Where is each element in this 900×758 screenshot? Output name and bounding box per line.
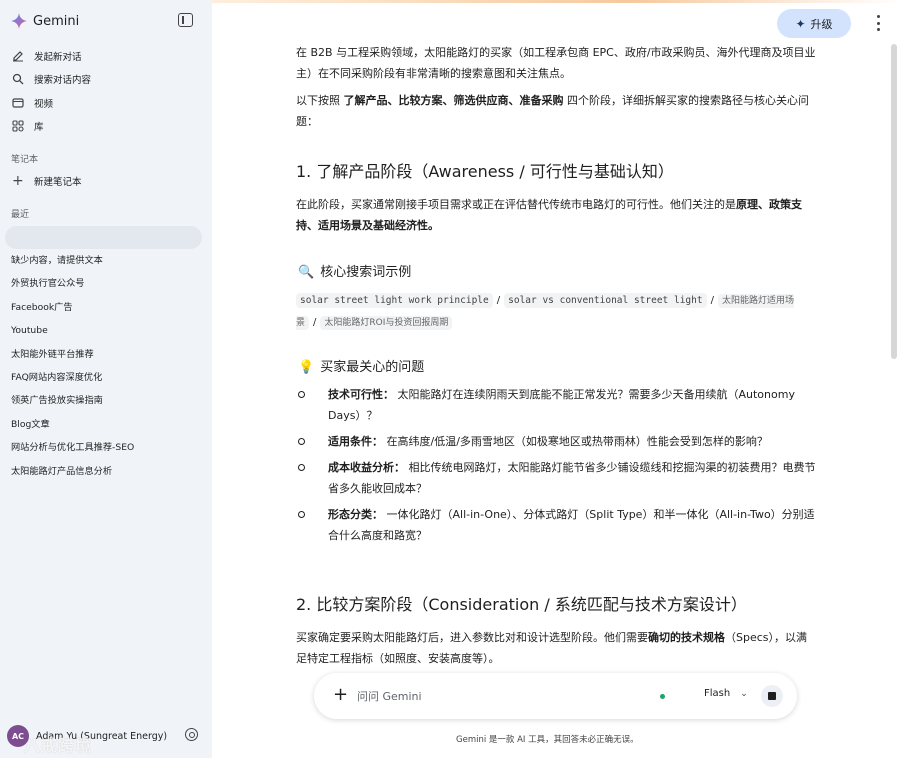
list-item: 成本收益分析： 相比传统电网路灯，太阳能路灯能节省多少铺设缆线和挖掘沟渠的初装费… <box>296 457 816 499</box>
edit-icon <box>12 50 24 62</box>
upgrade-label: 升级 <box>810 17 833 31</box>
add-attachment-icon[interactable]: + <box>333 685 348 705</box>
bold-span: 适用条件： <box>328 435 383 448</box>
recent-item-active[interactable] <box>5 226 202 249</box>
concerns-title: 买家最关心的问题 <box>320 360 425 375</box>
video-icon <box>12 97 24 109</box>
notebook-section-label: 笔记本 <box>11 155 39 165</box>
nav-label: 库 <box>34 122 44 134</box>
keyword-chips: solar street light work principle / solar … <box>296 293 794 330</box>
recent-section-label: 最近 <box>11 210 30 220</box>
text-span: 太阳能路灯在连续阴雨天到底能不能正常发光？需要多少天备用续航（Autonomy … <box>328 388 795 422</box>
nav-library[interactable]: 库 <box>0 115 212 139</box>
stop-icon <box>768 692 776 700</box>
model-selector[interactable]: Flash ⌄ <box>704 688 748 699</box>
search-icon <box>12 73 24 85</box>
section-2-paragraph: 买家确定要采购太阳能路灯后，进入参数比对和设计选型阶段。他们需要确切的技术规格（… <box>296 627 816 669</box>
keyword-chip: 太阳能路灯ROI与投资回报周期 <box>320 316 453 330</box>
nav-search-chats[interactable]: 搜索对话内容 <box>0 68 212 92</box>
bold-span: 技术可行性： <box>328 388 394 401</box>
more-options-icon[interactable] <box>874 15 882 31</box>
sidebar-nav: 发起新对话 搜索对话内容 视频 库 <box>0 44 212 138</box>
bold-span: 形态分类： <box>328 508 383 521</box>
library-icon <box>12 120 24 132</box>
lightbulb-icon: 💡 <box>298 360 315 375</box>
new-notebook-button[interactable]: + 新建笔记本 <box>12 174 82 188</box>
recent-item[interactable]: 缺少内容，请提供文本 <box>0 249 212 272</box>
recent-item[interactable]: 网站分析与优化工具推荐-SEO <box>0 436 212 459</box>
watermark: 八戒跨境 <box>24 736 93 755</box>
list-item: 形态分类： 一体化路灯（All-in-One）、分体式路灯（Split Type… <box>296 504 816 546</box>
intro-paragraph-1: 在 B2B 与工程采购领域，太阳能路灯的买家（如工程承包商 EPC、政府/市政采… <box>296 46 816 80</box>
brand-name: Gemini <box>33 13 80 29</box>
section-1-paragraph: 在此阶段，买家通常刚接手项目需求或正在评估替代传统市电路灯的可行性。他们关注的是… <box>296 194 816 236</box>
recent-item[interactable]: FAQ网站内容深度优化 <box>0 366 212 389</box>
recent-item[interactable]: Blog文章 <box>0 413 212 436</box>
nav-label: 搜索对话内容 <box>34 75 92 87</box>
keyword-chip: solar street light work principle <box>296 293 493 308</box>
sparkle-icon: ✦ <box>795 16 806 31</box>
upgrade-button[interactable]: ✦ 升级 <box>777 9 851 38</box>
response-intro: 在 B2B 与工程采购领域，太阳能路灯的买家（如工程承包商 EPC、政府/市政采… <box>296 42 816 132</box>
gemini-logo-icon <box>11 13 27 29</box>
stop-button[interactable] <box>761 685 783 707</box>
keywords-heading: 🔍 核心搜索词示例 <box>298 263 411 283</box>
list-item: 技术可行性： 太阳能路灯在连续阴雨天到底能不能正常发光？需要多少天备用续航（Au… <box>296 384 816 426</box>
recent-item[interactable]: 外贸执行官公众号 <box>0 272 212 295</box>
intro-paragraph-2: 以下按照 了解产品、比较方案、筛选供应商、准备采购 四个阶段，详细拆解买家的搜索… <box>296 90 816 132</box>
recent-item[interactable]: 领英广告投放实操指南 <box>0 389 212 412</box>
prompt-composer: + Flash ⌄ <box>314 673 797 719</box>
prompt-input[interactable] <box>357 687 637 705</box>
text-span: 以下按照 <box>296 94 344 107</box>
keywords-title: 核心搜索词示例 <box>320 265 412 280</box>
new-notebook-label: 新建笔记本 <box>34 177 82 188</box>
sidebar-toggle-icon[interactable] <box>178 13 193 27</box>
model-label: Flash <box>704 688 731 699</box>
recent-list: 缺少内容，请提供文本 外贸执行官公众号 Facebook广告 Youtube 太… <box>0 249 212 483</box>
recent-item[interactable]: Facebook广告 <box>0 296 212 319</box>
text-span: 在高纬度/低温/多雨雪地区（如极寒地区或热带雨林）性能会受到怎样的影响？ <box>383 435 768 448</box>
plus-icon: + <box>12 173 24 189</box>
magnifier-icon: 🔍 <box>298 265 315 280</box>
scrollbar[interactable] <box>891 44 897 359</box>
text-span: 一体化路灯（All-in-One）、分体式路灯（Split Type）和半一体化… <box>328 508 815 542</box>
nav-video[interactable]: 视频 <box>0 91 212 115</box>
nav-label: 视频 <box>34 98 54 110</box>
concerns-heading: 💡 买家最关心的问题 <box>298 358 424 378</box>
recent-item[interactable]: 太阳能路灯产品信息分析 <box>0 460 212 483</box>
section-2-heading: 2. 比较方案阶段（Consideration / 系统匹配与技术方案设计） <box>296 595 747 614</box>
concerns-list: 技术可行性： 太阳能路灯在连续阴雨天到底能不能正常发光？需要多少天备用续航（Au… <box>296 384 816 551</box>
sidebar: Gemini 发起新对话 搜索对话内容 视频 库 笔记本 + 新建笔记本 最近 … <box>0 0 212 758</box>
list-item: 适用条件： 在高纬度/低温/多雨雪地区（如极寒地区或热带雨林）性能会受到怎样的影… <box>296 431 816 452</box>
nav-label: 发起新对话 <box>34 51 82 63</box>
bold-span: 了解产品、比较方案、筛选供应商、准备采购 <box>343 94 564 107</box>
bold-span: 确切的技术规格 <box>648 631 725 644</box>
keyword-chip: solar vs conventional street light <box>504 293 707 308</box>
recent-item[interactable]: 太阳能外链平台推荐 <box>0 343 212 366</box>
settings-gear-icon[interactable] <box>185 728 198 741</box>
brand[interactable]: Gemini <box>11 12 79 30</box>
status-dot-icon <box>660 694 665 699</box>
bold-span: 成本收益分析： <box>328 461 405 474</box>
disclaimer: Gemini 是一款 AI 工具，其回答未必正确无误。 <box>456 735 639 745</box>
text-span: 在此阶段，买家通常刚接手项目需求或正在评估替代传统市电路灯的可行性。他们关注的是 <box>296 198 736 211</box>
chevron-down-icon: ⌄ <box>740 688 748 699</box>
nav-new-chat[interactable]: 发起新对话 <box>0 44 212 68</box>
text-span: 买家确定要采购太阳能路灯后，进入参数比对和设计选型阶段。他们需要 <box>296 631 648 644</box>
section-1-heading: 1. 了解产品阶段（Awareness / 可行性与基础认知） <box>296 162 674 181</box>
recent-item[interactable]: Youtube <box>0 319 212 342</box>
